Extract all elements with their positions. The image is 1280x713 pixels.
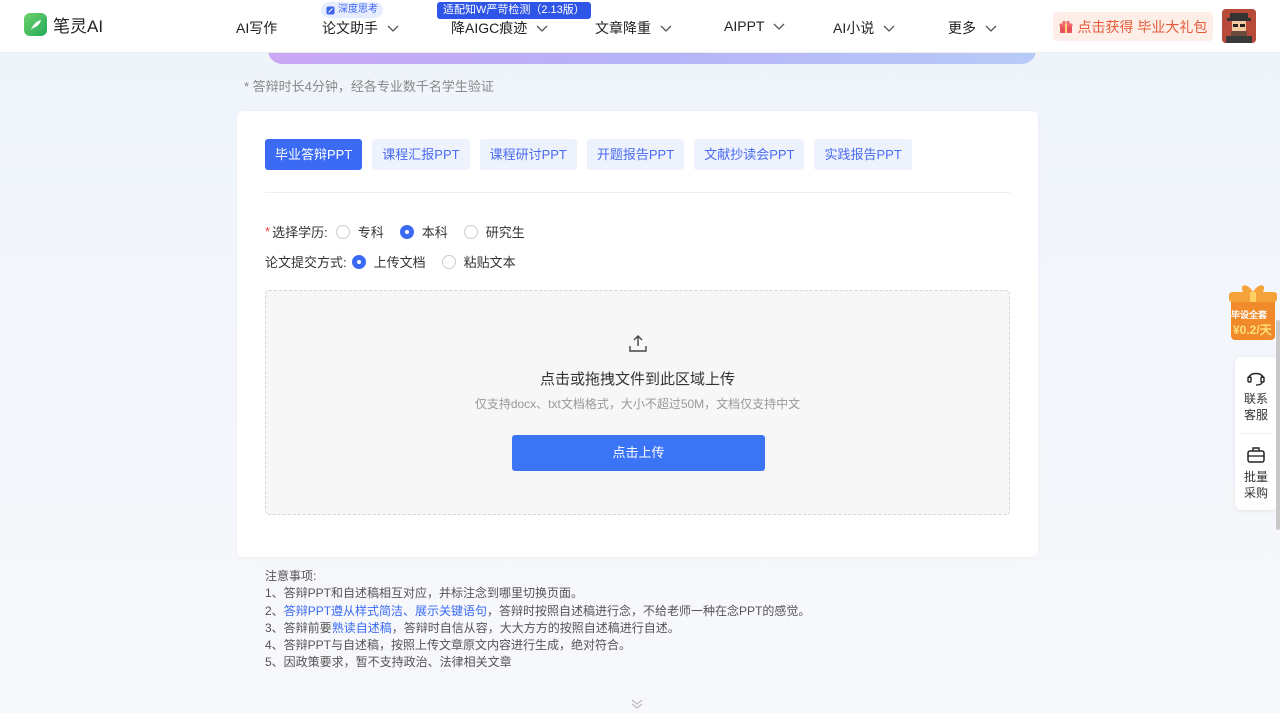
radio-button[interactable] bbox=[441, 254, 456, 269]
promo-price: ¥0.2/天 bbox=[1233, 323, 1272, 337]
note-item: 3、答辩前要熟读自述稿，答辩时自信从容，大大方方的按照自述稿进行自述。 bbox=[265, 620, 810, 637]
note-item: 5、因政策要求，暂不支持政治、法律相关文章 bbox=[265, 655, 512, 670]
nav-label: AI小说 bbox=[833, 20, 875, 36]
divider bbox=[265, 192, 1010, 193]
required-mark: * bbox=[265, 224, 271, 239]
note-highlight: 熟读自述稿 bbox=[331, 620, 392, 635]
chevron-down-icon bbox=[387, 25, 399, 32]
ppt-form-card: 毕业答辩PPT 课程汇报PPT 课程研讨PPT 开题报告PPT 文献抄读会PPT… bbox=[237, 111, 1038, 557]
submit-option-upload[interactable]: 上传文档 bbox=[351, 252, 426, 271]
degree-option-bachelor[interactable]: 本科 bbox=[399, 222, 448, 241]
nav-label: 降AIGC痕迹 bbox=[451, 20, 528, 36]
deep-think-label: 深度思考 bbox=[338, 4, 378, 15]
tab-literature-reading[interactable]: 文献抄读会PPT bbox=[694, 139, 805, 170]
nav-label: 论文助手 bbox=[322, 20, 378, 36]
tab-course-seminar[interactable]: 课程研讨PPT bbox=[479, 139, 577, 170]
degree-option-junior-college[interactable]: 专科 bbox=[335, 222, 384, 241]
note-highlight: 答辩PPT遵从样式简洁、展示关键语句 bbox=[283, 603, 488, 618]
bulk-label-2: 采购 bbox=[1243, 486, 1268, 500]
note-text: ，答辩时自信从容，大大方方的按照自述稿进行自述。 bbox=[391, 620, 680, 635]
degree-option-graduate[interactable]: 研究生 bbox=[463, 222, 525, 241]
bulk-label-1: 批量 bbox=[1243, 470, 1268, 484]
tab-practice-report[interactable]: 实践报告PPT bbox=[814, 139, 912, 170]
nav-label: AIPPT bbox=[724, 18, 765, 34]
degree-row: * 选择学历: 专科 本科 研究生 bbox=[265, 222, 541, 241]
nav-label: AI写作 bbox=[236, 20, 278, 36]
upload-hint: 仅支持docx、txt文档格式，大小不超过50M，文档仅支持中文 bbox=[474, 397, 801, 411]
logo[interactable]: 笔灵AI bbox=[24, 12, 103, 37]
option-label: 粘贴文本 bbox=[463, 255, 516, 270]
service-label-2: 客服 bbox=[1243, 408, 1268, 422]
upload-icon bbox=[629, 335, 647, 352]
scrollbar[interactable] bbox=[1276, 320, 1280, 530]
avatar-icon bbox=[1222, 9, 1256, 43]
chevron-down-icon bbox=[883, 25, 895, 32]
divider bbox=[1241, 433, 1271, 434]
notes-section: 注意事项: 1、答辩PPT和自述稿相互对应，并标注念到哪里切换页面。 2、答辩P… bbox=[265, 568, 810, 672]
nav-label: 文章降重 bbox=[595, 20, 651, 36]
notes-heading: 注意事项: bbox=[265, 569, 317, 583]
nav-more[interactable]: 更多 bbox=[948, 18, 998, 38]
upload-title: 点击或拖拽文件到此区域上传 bbox=[539, 371, 735, 388]
briefcase-icon bbox=[1247, 447, 1265, 463]
tab-proposal-report[interactable]: 开题报告PPT bbox=[586, 139, 685, 170]
scroll-down-icon[interactable] bbox=[630, 698, 644, 710]
upload-dropzone[interactable]: 点击或拖拽文件到此区域上传 仅支持docx、txt文档格式，大小不超过50M，文… bbox=[265, 290, 1010, 515]
chevron-down-icon bbox=[774, 23, 785, 30]
degree-label: 选择学历: bbox=[272, 225, 328, 240]
nav-reduce-aigc[interactable]: 降AIGC痕迹 bbox=[451, 18, 549, 38]
logo-text: 笔灵AI bbox=[53, 17, 104, 36]
note-item: 2、答辩PPT遵从样式简洁、展示关键语句，答辩时按照自述稿进行念，不给老师一种在… bbox=[265, 603, 810, 620]
gift-label: 点击获得 毕业大礼包 bbox=[1077, 18, 1208, 35]
graduation-gift-button[interactable]: 点击获得 毕业大礼包 bbox=[1053, 12, 1213, 41]
ppt-type-tabs: 毕业答辩PPT 课程汇报PPT 课程研讨PPT 开题报告PPT 文献抄读会PPT… bbox=[265, 139, 912, 170]
note-item: 1、答辩PPT和自述稿相互对应，并标注念到哪里切换页面。 bbox=[265, 586, 584, 601]
nav-thesis-assistant[interactable]: 论文助手 bbox=[322, 18, 400, 38]
top-header: 笔灵AI 深度思考 适配知W严苛检测（2.13版） AI写作 论文助手 降AIG… bbox=[0, 0, 1280, 53]
chevron-down-icon bbox=[985, 25, 997, 32]
radio-button[interactable] bbox=[463, 224, 478, 239]
deep-think-badge: 深度思考 bbox=[321, 2, 383, 18]
promo-title: 毕设全套 bbox=[1231, 310, 1268, 320]
submit-method-row: 论文提交方式: 上传文档 粘贴文本 bbox=[265, 252, 532, 271]
radio-button-selected[interactable] bbox=[351, 254, 366, 269]
graduation-set-promo[interactable]: 毕设全套 ¥0.2/天 bbox=[1229, 280, 1277, 342]
radio-button[interactable] bbox=[335, 224, 350, 239]
headset-icon bbox=[1247, 372, 1265, 386]
chevron-down-icon bbox=[536, 25, 548, 32]
aigc-badge: 适配知W严苛检测（2.13版） bbox=[437, 2, 591, 19]
option-label: 专科 bbox=[357, 225, 384, 240]
note-item: 4、答辩PPT与自述稿，按照上传文章原文内容进行生成，绝对符合。 bbox=[265, 638, 632, 653]
option-label: 本科 bbox=[421, 225, 448, 240]
nav-rewrite[interactable]: 文章降重 bbox=[595, 18, 673, 38]
gift-icon bbox=[1059, 20, 1073, 33]
radio-button-selected[interactable] bbox=[399, 224, 414, 239]
service-label-1: 联系 bbox=[1243, 392, 1268, 406]
tab-course-report[interactable]: 课程汇报PPT bbox=[372, 139, 470, 170]
tab-graduation-defense[interactable]: 毕业答辩PPT bbox=[265, 139, 363, 170]
nav-label: 更多 bbox=[948, 20, 976, 36]
option-label: 研究生 bbox=[485, 225, 525, 240]
duration-note: * 答辩时长4分钟，经各专业数千名学生验证 bbox=[244, 79, 494, 94]
customer-service-button[interactable]: 联系 客服 bbox=[1235, 367, 1277, 423]
nav-ai-novel[interactable]: AI小说 bbox=[833, 18, 896, 38]
note-text: ，答辩时按照自述稿进行念，不给老师一种在念PPT的感觉。 bbox=[487, 603, 811, 618]
note-prefix: 3、答辩前要 bbox=[265, 620, 332, 635]
logo-feather-icon bbox=[24, 13, 47, 36]
nav-aippt[interactable]: AIPPT bbox=[724, 18, 786, 34]
chevron-down-icon bbox=[660, 25, 672, 32]
note-prefix: 2、 bbox=[265, 603, 284, 618]
edit-icon bbox=[326, 6, 335, 14]
bulk-purchase-button[interactable]: 批量 采购 bbox=[1235, 445, 1277, 501]
option-label: 上传文档 bbox=[373, 255, 426, 270]
submit-option-paste[interactable]: 粘贴文本 bbox=[441, 252, 516, 271]
user-avatar[interactable] bbox=[1222, 9, 1256, 43]
side-panel: 联系 客服 批量 采购 bbox=[1235, 357, 1277, 510]
nav-ai-writing[interactable]: AI写作 bbox=[236, 18, 277, 38]
submit-method-label: 论文提交方式: bbox=[265, 255, 347, 270]
upload-button[interactable]: 点击上传 bbox=[512, 435, 765, 471]
